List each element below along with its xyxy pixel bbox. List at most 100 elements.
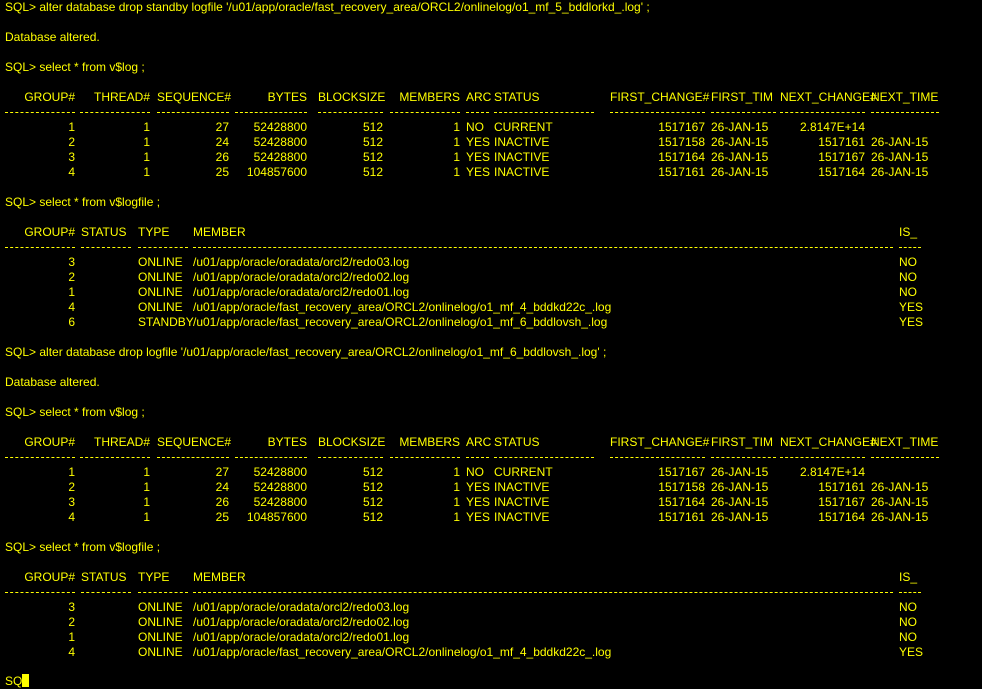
table-cell: CURRENT xyxy=(494,465,553,479)
column-header: MEMBERS xyxy=(399,90,460,104)
table-cell: 26-JAN-15 xyxy=(871,150,929,164)
table-cell: 26-JAN-15 xyxy=(711,135,769,149)
column-separator xyxy=(871,457,939,459)
table-cell: 1517164 xyxy=(658,495,705,509)
table-cell: 4 xyxy=(68,300,75,314)
column-header: FIRST_CHANGE# xyxy=(610,435,710,449)
table-cell: ONLINE xyxy=(138,630,183,644)
column-header: FIRST_CHANGE# xyxy=(610,90,710,104)
table-cell: 26-JAN-15 xyxy=(711,510,769,524)
table-cell: 52428800 xyxy=(253,120,307,134)
column-header: STATUS xyxy=(81,225,127,239)
sql-command-line: SQL> alter database drop standby logfile… xyxy=(5,0,650,14)
table-cell: 24 xyxy=(215,135,229,149)
table-cell: 26-JAN-15 xyxy=(711,495,769,509)
table-cell: ONLINE xyxy=(138,300,183,314)
table-cell: NO xyxy=(899,285,917,299)
sql-command-line: SQL> select * from v$logfile ; xyxy=(5,540,161,554)
table-cell: 2 xyxy=(68,135,75,149)
column-header: TYPE xyxy=(138,225,170,239)
table-cell: 1 xyxy=(453,135,460,149)
text-cursor xyxy=(22,674,30,687)
column-separator xyxy=(235,457,307,459)
table-cell: 512 xyxy=(362,465,383,479)
table-cell: 1 xyxy=(453,150,460,164)
column-header: MEMBERS xyxy=(399,435,460,449)
sql-command-line: SQL> select * from v$log ; xyxy=(5,60,145,74)
table-cell: 27 xyxy=(215,465,229,479)
table-cell: 2.8147E+14 xyxy=(799,120,865,134)
table-cell: 26-JAN-15 xyxy=(871,495,929,509)
column-header: BLOCKSIZE xyxy=(318,435,386,449)
sql-command-line: SQL> select * from v$logfile ; xyxy=(5,195,161,209)
table-cell: 26 xyxy=(215,150,229,164)
table-cell: 512 xyxy=(362,150,383,164)
column-header: STATUS xyxy=(494,435,540,449)
table-cell: 1 xyxy=(68,120,75,134)
table-cell: INACTIVE xyxy=(494,150,550,164)
table-cell: 512 xyxy=(362,495,383,509)
column-header: NEXT_TIME xyxy=(871,435,939,449)
table-cell: 52428800 xyxy=(253,150,307,164)
column-header: TYPE xyxy=(138,570,170,584)
table-cell: NO xyxy=(466,465,484,479)
column-separator xyxy=(466,112,489,114)
table-cell: 6 xyxy=(68,315,75,329)
table-cell: 1517161 xyxy=(658,510,705,524)
column-separator xyxy=(780,457,865,459)
sql-prompt: SQ xyxy=(5,674,30,689)
table-cell: 512 xyxy=(362,510,383,524)
column-separator xyxy=(5,457,75,459)
table-cell: INACTIVE xyxy=(494,135,550,149)
column-separator xyxy=(5,247,75,249)
table-cell: /u01/app/oracle/oradata/orcl2/redo02.log xyxy=(193,615,410,629)
table-cell: 1517167 xyxy=(658,465,705,479)
column-header: THREAD# xyxy=(93,435,150,449)
column-separator xyxy=(5,112,75,114)
column-header: THREAD# xyxy=(93,90,150,104)
output-message: Database altered. xyxy=(5,375,100,389)
column-header: GROUP# xyxy=(24,225,75,239)
table-cell: 1 xyxy=(143,135,150,149)
table-cell: NO xyxy=(899,615,917,629)
column-separator xyxy=(610,457,705,459)
table-cell: 1 xyxy=(143,495,150,509)
table-cell: NO xyxy=(899,255,917,269)
table-cell: 512 xyxy=(362,165,383,179)
column-header: NEXT_CHANGE# xyxy=(780,435,877,449)
terminal-window[interactable]: SQL> alter database drop standby logfile… xyxy=(0,0,982,689)
table-cell: 27 xyxy=(215,120,229,134)
column-header: STATUS xyxy=(81,570,127,584)
table-cell: 26-JAN-15 xyxy=(871,480,929,494)
table-cell: 1 xyxy=(453,120,460,134)
table-cell: 1 xyxy=(68,630,75,644)
table-cell: 1517164 xyxy=(658,150,705,164)
table-cell: /u01/app/oracle/oradata/orcl2/redo02.log xyxy=(193,270,410,284)
output-message: Database altered. xyxy=(5,30,100,44)
column-header: GROUP# xyxy=(24,570,75,584)
table-cell: 52428800 xyxy=(253,135,307,149)
table-cell: 26 xyxy=(215,495,229,509)
table-cell: YES xyxy=(466,165,491,179)
column-separator xyxy=(193,592,893,594)
column-header: IS_ xyxy=(899,570,918,584)
column-separator xyxy=(318,457,383,459)
column-separator xyxy=(711,112,776,114)
table-cell: 26-JAN-15 xyxy=(711,465,769,479)
table-cell: 1 xyxy=(143,510,150,524)
column-header: BYTES xyxy=(267,435,307,449)
table-cell: NO xyxy=(466,120,484,134)
column-separator xyxy=(157,457,229,459)
table-cell: INACTIVE xyxy=(494,510,550,524)
table-cell: 25 xyxy=(215,165,229,179)
column-header: BLOCKSIZE xyxy=(318,90,386,104)
table-cell: ONLINE xyxy=(138,645,183,659)
column-header: MEMBER xyxy=(193,570,246,584)
table-cell: 2 xyxy=(68,270,75,284)
column-separator xyxy=(235,112,307,114)
column-header: ARC xyxy=(466,90,492,104)
table-cell: 1 xyxy=(143,150,150,164)
table-cell: 1517164 xyxy=(818,165,865,179)
table-cell: ONLINE xyxy=(138,270,183,284)
table-cell: /u01/app/oracle/fast_recovery_area/ORCL2… xyxy=(193,315,608,329)
